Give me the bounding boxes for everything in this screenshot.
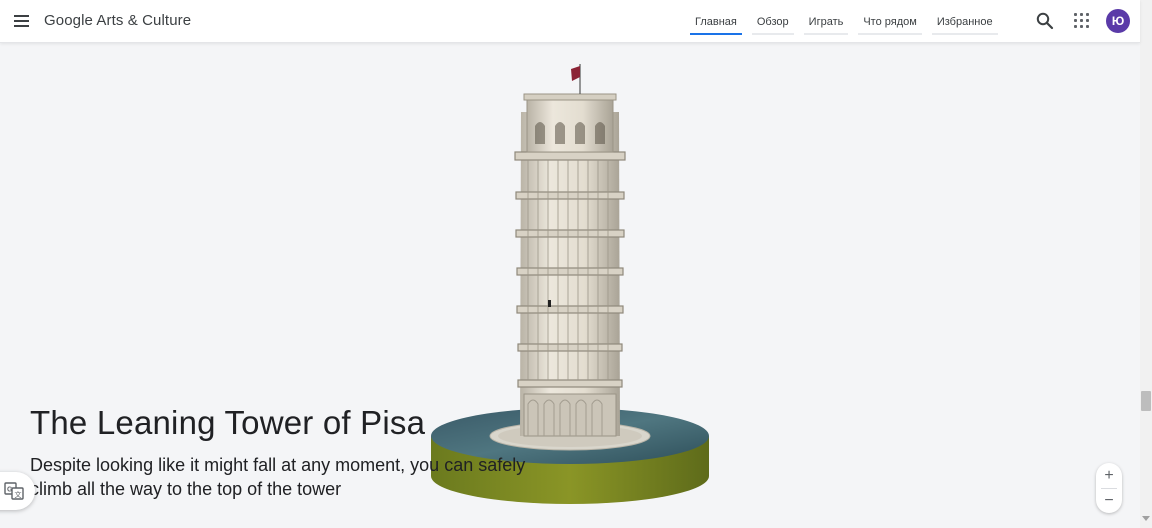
tab-label: Избранное [936, 15, 993, 28]
tab-explore[interactable]: Обзор [750, 0, 796, 43]
tab-label: Что рядом [863, 15, 917, 28]
page-title: The Leaning Tower of Pisa [30, 404, 426, 441]
svg-text:文: 文 [14, 490, 21, 499]
page-scrollbar[interactable] [1140, 0, 1152, 528]
apps-grid-icon[interactable] [1074, 13, 1090, 29]
main-nav: Главная Обзор Играть Что рядом Избранное [688, 0, 1000, 43]
tab-label: Играть [808, 15, 844, 28]
tab-home[interactable]: Главная [688, 0, 744, 43]
tab-label: Главная [695, 15, 737, 28]
svg-text:G: G [7, 487, 13, 494]
tab-underline [751, 33, 794, 35]
tab-label: Обзор [756, 15, 789, 28]
tab-play[interactable]: Играть [802, 0, 851, 43]
top-app-bar: Google Arts & Culture Главная Обзор Игра… [0, 0, 1140, 43]
page-subtitle: Despite looking like it might fall at an… [30, 455, 526, 499]
tab-underline [803, 33, 849, 35]
tab-favorites[interactable]: Избранное [930, 0, 1000, 43]
tab-underline [858, 33, 922, 35]
avatar[interactable]: Ю [1106, 9, 1130, 33]
zoom-controls: + − [1096, 463, 1122, 513]
search-icon[interactable] [1035, 11, 1055, 31]
google-arts-culture-logo[interactable]: Google Arts & Culture [44, 12, 191, 29]
zoom-out-button[interactable]: − [1096, 488, 1122, 513]
zoom-in-button[interactable]: + [1096, 463, 1122, 488]
scroll-down-arrow-icon[interactable] [1142, 516, 1150, 521]
tab-nearby[interactable]: Что рядом [856, 0, 923, 43]
tab-underline [931, 33, 998, 35]
tab-underline [690, 33, 742, 35]
translate-icon: G 文 [3, 482, 24, 500]
menu-icon[interactable] [9, 9, 33, 33]
scrollbar-thumb[interactable] [1141, 391, 1151, 411]
